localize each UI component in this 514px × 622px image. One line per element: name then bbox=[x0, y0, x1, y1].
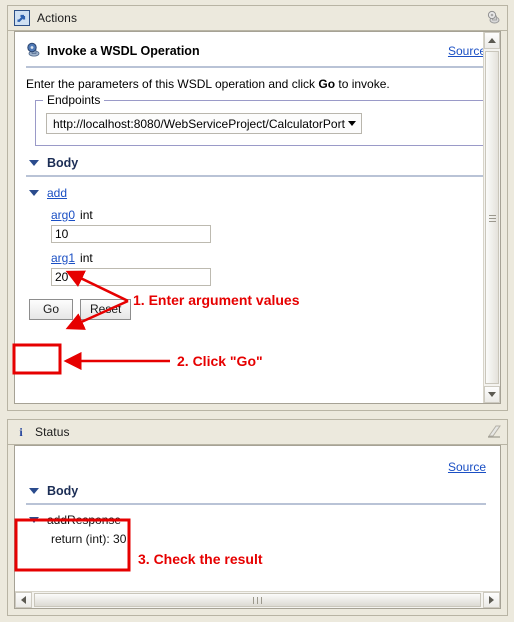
operation-link-add[interactable]: add bbox=[47, 186, 67, 200]
source-link-status[interactable]: Source bbox=[448, 460, 486, 474]
step-2-label: 2. Click "Go" bbox=[177, 353, 263, 369]
endpoints-groupbox: Endpoints http://localhost:8080/WebServi… bbox=[35, 93, 486, 146]
triangle-down-icon-operation[interactable] bbox=[29, 190, 39, 196]
scroll-down-button[interactable] bbox=[484, 386, 500, 403]
triangle-down-icon-response[interactable] bbox=[29, 517, 39, 523]
actions-panel-title: Actions bbox=[37, 11, 78, 25]
chevron-down-icon[interactable] bbox=[345, 114, 359, 133]
form-header: Invoke a WSDL Operation Source bbox=[15, 32, 500, 60]
scroll-grip-icon bbox=[488, 213, 496, 222]
arg1-type: int bbox=[80, 251, 93, 265]
vertical-scroll-thumb[interactable] bbox=[485, 51, 499, 384]
instruction-prefix: Enter the parameters of this WSDL operat… bbox=[26, 77, 319, 91]
body-divider bbox=[26, 175, 486, 177]
arg1-name[interactable]: arg1 bbox=[51, 251, 75, 265]
status-panel-title: Status bbox=[35, 425, 70, 439]
response-name: addResponse bbox=[47, 513, 122, 527]
actions-panel-titlebar: Actions bbox=[8, 6, 507, 31]
triangle-down-icon-status-body[interactable] bbox=[29, 488, 39, 494]
response-row[interactable]: addResponse bbox=[29, 513, 500, 527]
status-content-area: Source Body addResponse return (int): 30 bbox=[14, 445, 501, 609]
horizontal-scroll-thumb[interactable] bbox=[34, 593, 481, 607]
step-3-label: 3. Check the result bbox=[138, 551, 263, 567]
triangle-right-icon bbox=[489, 596, 494, 604]
instruction-bold: Go bbox=[318, 77, 336, 91]
operation-row[interactable]: add bbox=[29, 186, 500, 200]
status-body-divider bbox=[26, 503, 486, 505]
form-instruction: Enter the parameters of this WSDL operat… bbox=[15, 68, 500, 91]
status-panel: i Status Source Body addResponse return … bbox=[7, 419, 508, 616]
scroll-grip-icon-h bbox=[253, 596, 262, 604]
view-menu-icon[interactable] bbox=[483, 9, 503, 27]
body-section-header[interactable]: Body bbox=[29, 156, 500, 170]
info-icon: i bbox=[19, 424, 23, 439]
endpoint-selected-value: http://localhost:8080/WebServiceProject/… bbox=[53, 116, 345, 131]
scroll-right-button[interactable] bbox=[483, 592, 500, 608]
scroll-up-button[interactable] bbox=[484, 32, 500, 49]
triangle-down-icon bbox=[488, 392, 496, 397]
scroll-left-button[interactable] bbox=[15, 592, 32, 608]
actions-arrow-icon bbox=[14, 10, 30, 26]
status-source-row: Source bbox=[15, 446, 500, 474]
arg0-type: int bbox=[80, 208, 93, 222]
status-body-section-header[interactable]: Body bbox=[29, 484, 500, 498]
endpoints-legend: Endpoints bbox=[43, 93, 105, 107]
arg0-input[interactable] bbox=[51, 225, 211, 243]
arg0-label-row: arg0 int bbox=[51, 208, 500, 222]
go-button[interactable]: Go bbox=[29, 299, 73, 320]
maximize-icon[interactable] bbox=[483, 423, 503, 441]
triangle-left-icon bbox=[21, 596, 26, 604]
wsdl-service-icon bbox=[26, 42, 41, 60]
step-1-label: 1. Enter argument values bbox=[133, 292, 300, 308]
status-body-label: Body bbox=[47, 484, 79, 498]
status-horizontal-scrollbar[interactable] bbox=[15, 591, 500, 608]
triangle-up-icon bbox=[488, 38, 496, 43]
status-panel-titlebar: i Status bbox=[8, 420, 507, 445]
arg0-name[interactable]: arg0 bbox=[51, 208, 75, 222]
source-link-actions[interactable]: Source bbox=[448, 44, 486, 58]
form-heading: Invoke a WSDL Operation bbox=[47, 44, 200, 58]
triangle-down-icon-body[interactable] bbox=[29, 160, 39, 166]
response-value: return (int): 30 bbox=[51, 532, 127, 546]
arg1-input[interactable] bbox=[51, 268, 211, 286]
endpoint-select[interactable]: http://localhost:8080/WebServiceProject/… bbox=[46, 113, 362, 134]
reset-button[interactable]: Reset bbox=[80, 299, 132, 320]
arg1-label-row: arg1 int bbox=[51, 251, 500, 265]
actions-content-area: Invoke a WSDL Operation Source Enter the… bbox=[14, 31, 501, 404]
body-section-label: Body bbox=[47, 156, 79, 170]
instruction-suffix: to invoke. bbox=[335, 77, 390, 91]
actions-panel: Actions Invoke a WSDL Operation Source E… bbox=[7, 5, 508, 411]
actions-vertical-scrollbar[interactable] bbox=[483, 32, 500, 403]
